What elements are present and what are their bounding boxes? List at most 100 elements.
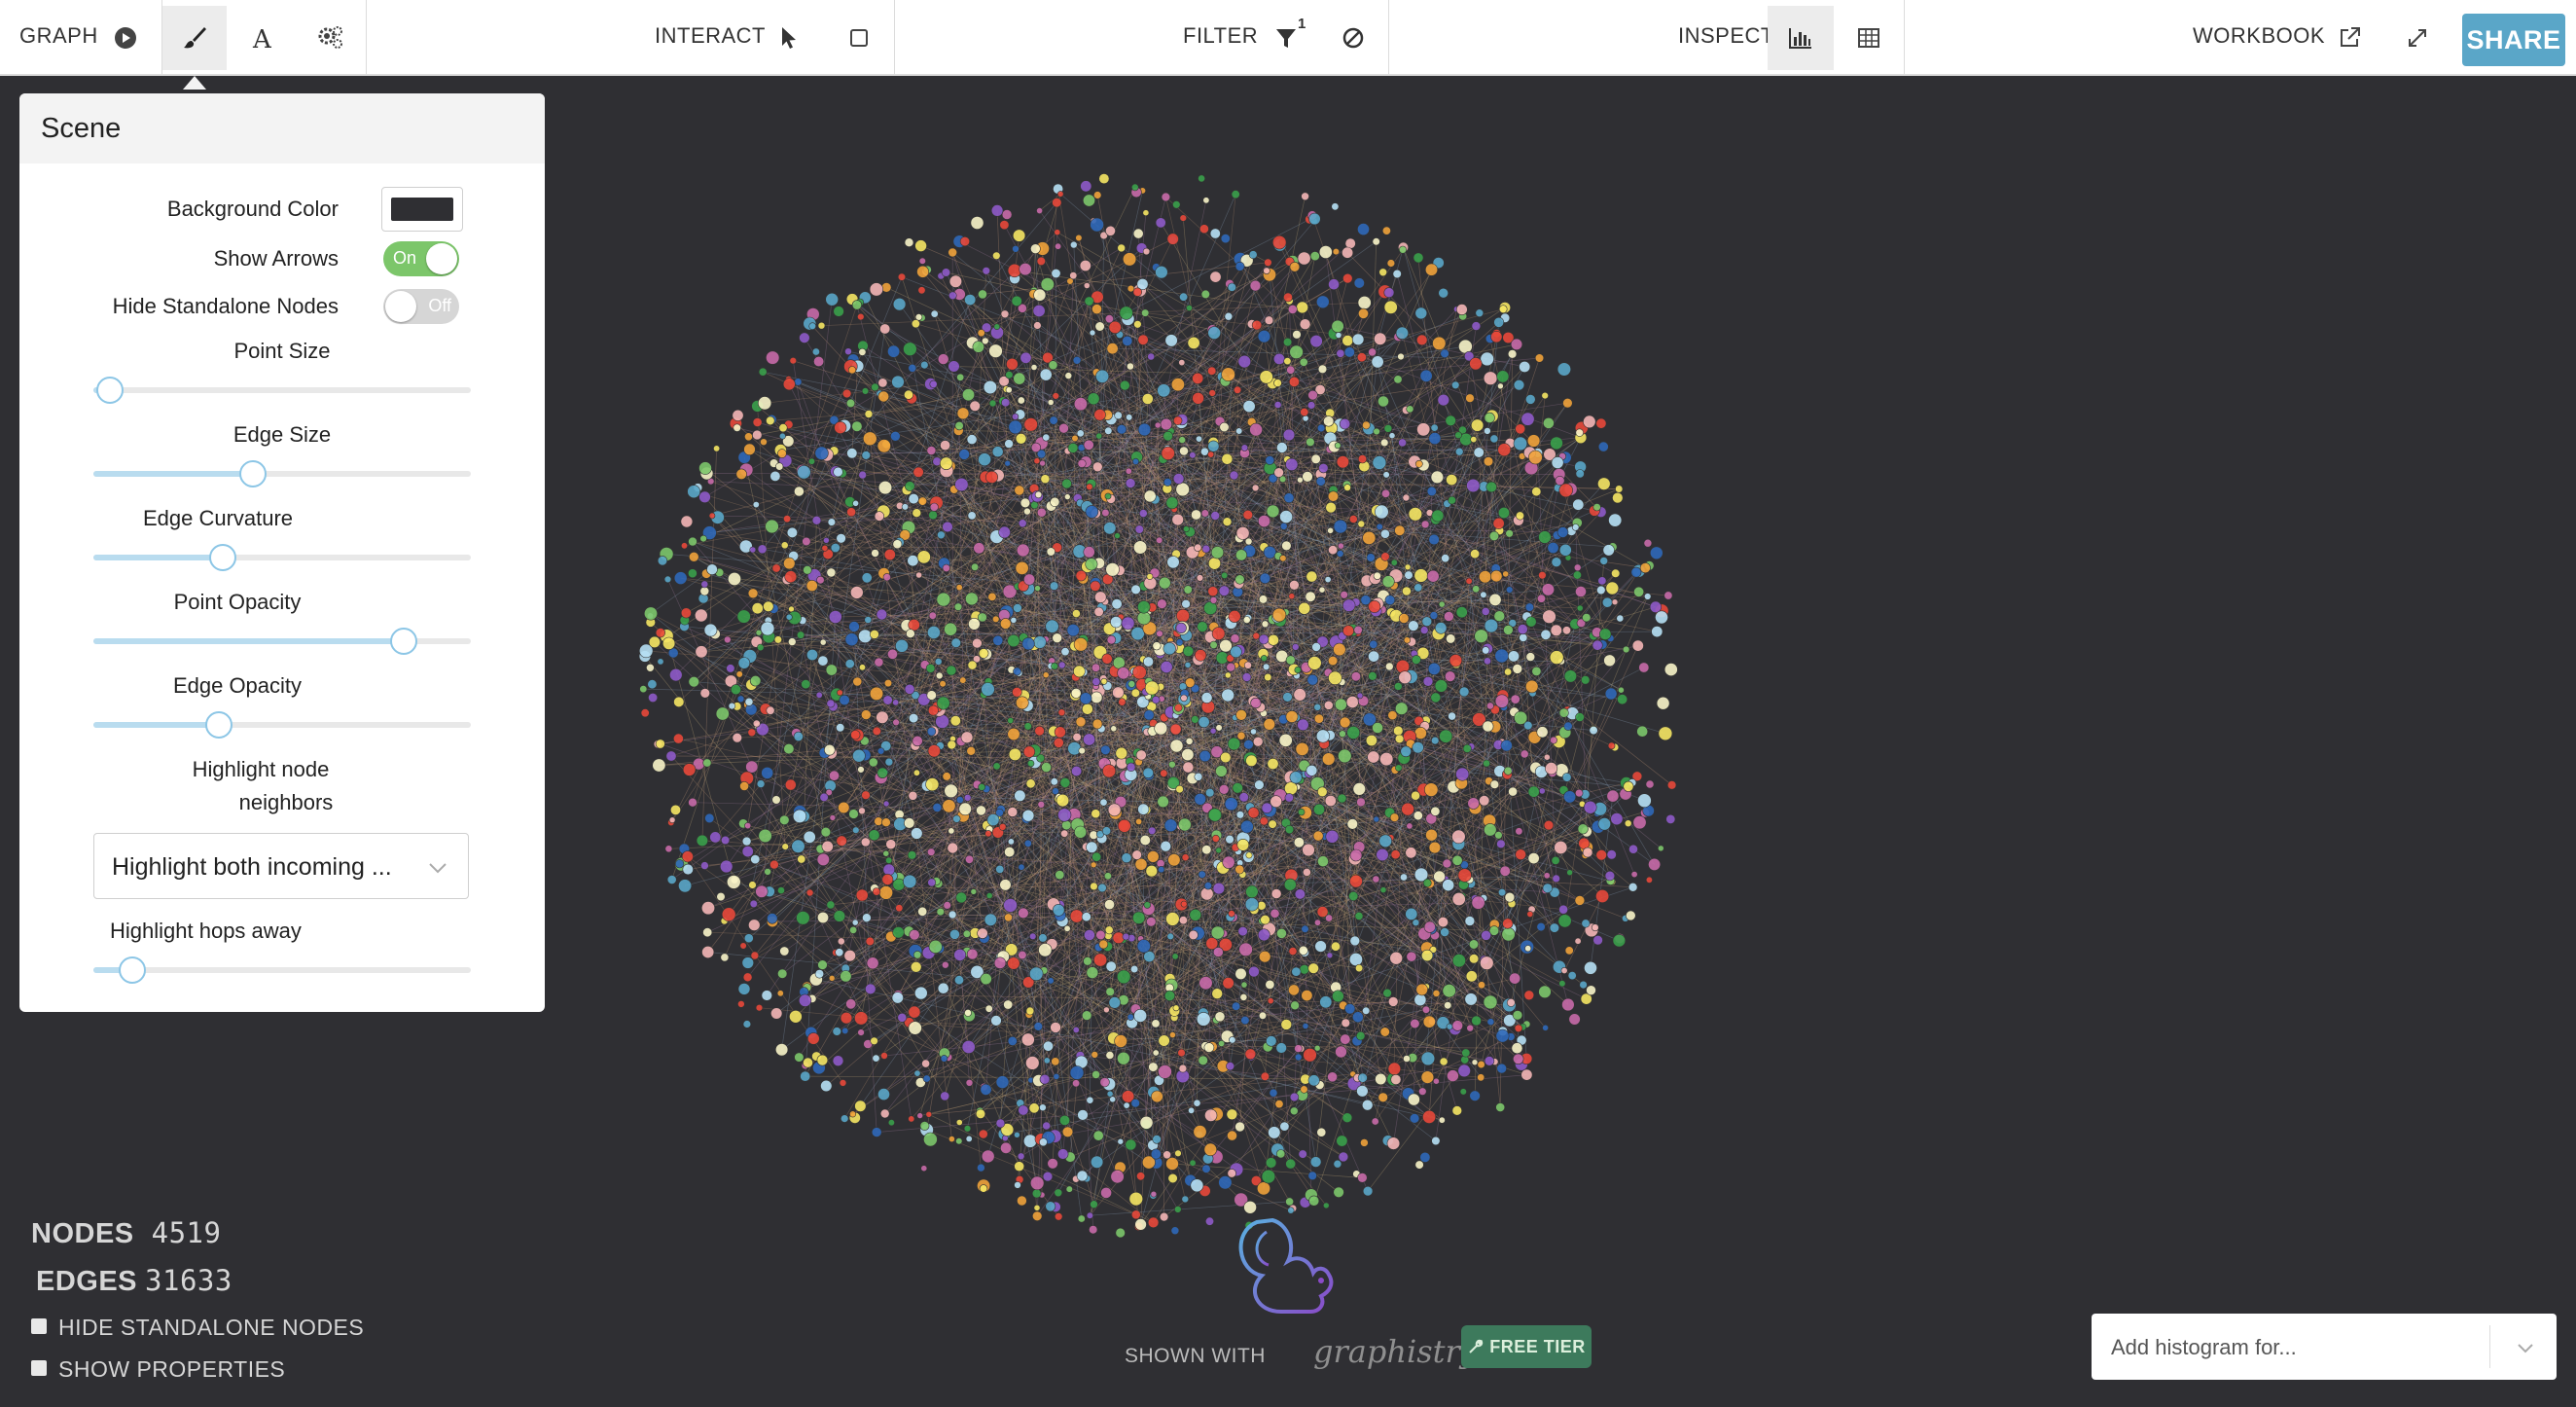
graph-node[interactable] [1244, 537, 1253, 546]
graph-node[interactable] [932, 803, 943, 812]
graph-node[interactable] [1208, 389, 1216, 397]
graph-node[interactable] [1019, 263, 1032, 276]
graph-node[interactable] [1021, 809, 1035, 822]
graph-node[interactable] [966, 745, 977, 756]
graph-node[interactable] [1116, 424, 1127, 435]
graph-node[interactable] [968, 617, 981, 631]
graph-node[interactable] [1081, 912, 1091, 922]
graph-node[interactable] [1105, 1051, 1115, 1060]
graph-node[interactable] [1596, 585, 1606, 595]
graph-node[interactable] [1132, 287, 1143, 297]
graph-node[interactable] [1020, 497, 1031, 509]
graph-node[interactable] [1382, 988, 1392, 998]
graph-node[interactable] [1000, 309, 1010, 319]
slider-thumb[interactable] [118, 956, 146, 984]
graph-node[interactable] [1053, 738, 1064, 748]
graph-node[interactable] [857, 312, 865, 321]
graph-node[interactable] [891, 992, 904, 1004]
graph-node[interactable] [1339, 730, 1346, 739]
graph-node[interactable] [1190, 1178, 1204, 1193]
graph-node[interactable] [1036, 507, 1047, 518]
graph-node[interactable] [1054, 1188, 1063, 1198]
graph-node[interactable] [1039, 1073, 1051, 1085]
graph-node[interactable] [892, 926, 905, 939]
graph-node[interactable] [1030, 442, 1041, 453]
graph-node[interactable] [1061, 819, 1072, 831]
graph-node[interactable] [1450, 380, 1460, 389]
graph-node[interactable] [1496, 839, 1506, 848]
graph-node[interactable] [1180, 900, 1188, 908]
graph-node[interactable] [1231, 190, 1240, 199]
graph-node[interactable] [1020, 351, 1032, 364]
graph-node[interactable] [1083, 282, 1091, 289]
graph-node[interactable] [1159, 1211, 1169, 1222]
graph-node[interactable] [1540, 629, 1552, 640]
graph-node[interactable] [1077, 1109, 1089, 1121]
graph-node[interactable] [757, 544, 768, 555]
graph-node[interactable] [1198, 715, 1210, 728]
graph-node[interactable] [1221, 571, 1229, 580]
graph-node[interactable] [999, 220, 1010, 231]
graph-node[interactable] [1508, 786, 1518, 797]
graph-node[interactable] [1227, 1130, 1237, 1141]
graph-node[interactable] [1242, 616, 1251, 624]
graph-node[interactable] [720, 953, 730, 962]
graph-node[interactable] [1203, 1042, 1215, 1053]
graph-node[interactable] [1328, 545, 1339, 556]
graph-node[interactable] [952, 814, 961, 823]
graph-node[interactable] [1563, 790, 1577, 804]
graph-node[interactable] [937, 982, 949, 994]
graph-node[interactable] [784, 778, 797, 791]
graph-node[interactable] [1437, 916, 1449, 928]
graph-node[interactable] [1338, 542, 1344, 550]
graph-node[interactable] [876, 710, 889, 724]
graph-node[interactable] [664, 845, 673, 853]
graph-node[interactable] [1271, 607, 1287, 623]
graph-node[interactable] [819, 638, 827, 646]
graph-node[interactable] [1110, 616, 1123, 629]
graph-node[interactable] [755, 884, 769, 898]
graph-node[interactable] [1119, 306, 1133, 320]
graph-node[interactable] [1043, 1057, 1051, 1064]
graph-node[interactable] [1114, 411, 1123, 420]
graph-node[interactable] [1265, 455, 1275, 465]
graph-node[interactable] [929, 502, 939, 512]
graph-node[interactable] [1484, 427, 1491, 435]
graph-node[interactable] [802, 536, 811, 547]
graph-node[interactable] [744, 697, 754, 706]
graph-node[interactable] [1406, 951, 1417, 962]
graph-node[interactable] [817, 959, 828, 970]
graph-node[interactable] [1315, 476, 1326, 487]
graph-node[interactable] [1303, 1047, 1317, 1063]
graph-node[interactable] [967, 660, 978, 670]
graph-node[interactable] [1126, 762, 1136, 772]
graph-node[interactable] [1282, 428, 1296, 442]
graph-node[interactable] [964, 854, 974, 864]
graph-node[interactable] [779, 432, 786, 440]
graph-node[interactable] [1431, 1136, 1441, 1146]
graph-node[interactable] [1038, 933, 1048, 943]
graph-node[interactable] [1455, 606, 1468, 619]
graph-node[interactable] [978, 1129, 988, 1139]
graph-node[interactable] [801, 679, 811, 690]
graph-node[interactable] [887, 344, 901, 358]
graph-node[interactable] [892, 298, 907, 311]
graph-node[interactable] [1314, 940, 1327, 953]
data-table-button[interactable] [1837, 6, 1901, 70]
graph-node[interactable] [1235, 427, 1243, 435]
graph-node[interactable] [1534, 353, 1545, 363]
graph-node[interactable] [1273, 467, 1284, 478]
graph-node[interactable] [1042, 1171, 1054, 1182]
graph-node[interactable] [1328, 670, 1342, 685]
graph-node[interactable] [1343, 484, 1351, 491]
graph-node[interactable] [1541, 391, 1549, 400]
graph-node[interactable] [682, 763, 697, 776]
graph-node[interactable] [657, 556, 668, 566]
graph-node[interactable] [1163, 990, 1176, 1002]
graph-node[interactable] [1648, 857, 1662, 871]
graph-node[interactable] [981, 682, 995, 697]
graph-node[interactable] [979, 1184, 988, 1193]
graph-node[interactable] [699, 688, 710, 699]
graph-node[interactable] [1385, 662, 1394, 671]
graph-node[interactable] [1430, 736, 1440, 745]
